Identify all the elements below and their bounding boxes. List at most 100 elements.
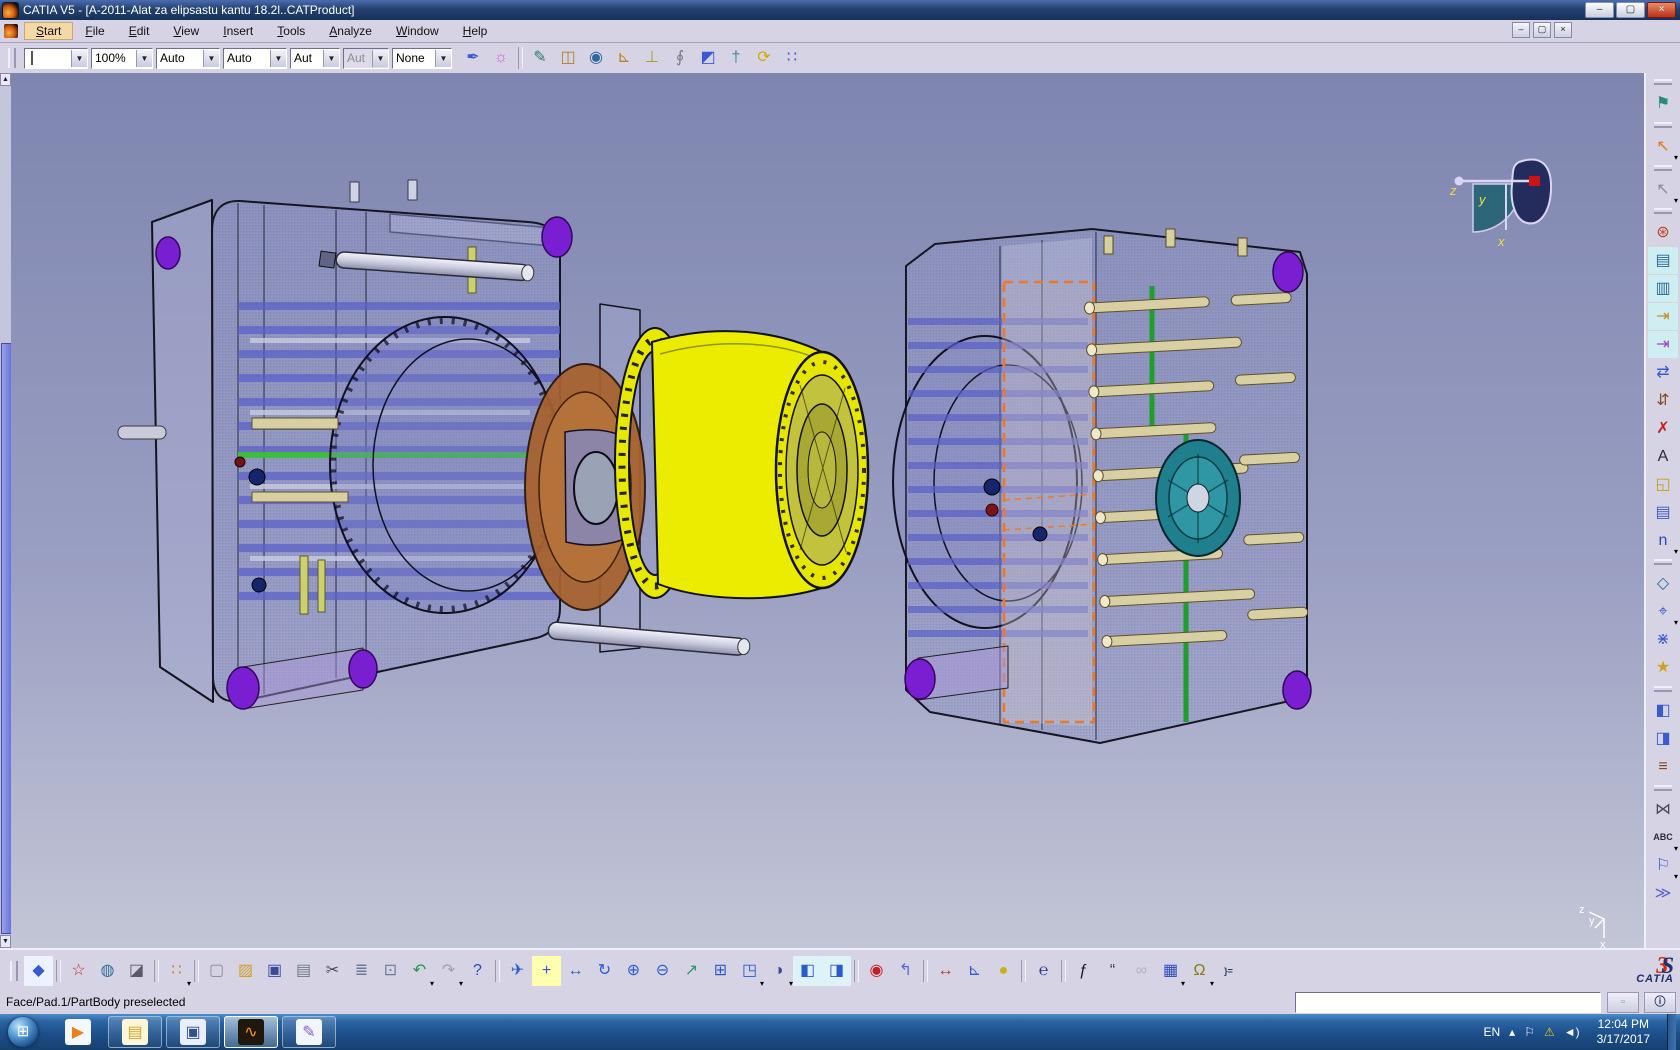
info-button[interactable]: ⓘ — [1644, 992, 1676, 1013]
toolbar-grip[interactable] — [1654, 208, 1672, 214]
measure-inertia-icon[interactable]: ● — [989, 956, 1018, 986]
menu-start[interactable]: Start — [24, 22, 73, 40]
new-part-icon[interactable]: ▥ — [1648, 275, 1678, 302]
diagnostics-icon[interactable]: ∷▾ — [162, 956, 191, 986]
instant-sketch-icon[interactable]: ↰ — [891, 956, 920, 986]
powercopy-icon[interactable]: ⚑ — [1648, 90, 1678, 117]
measure-angle-icon[interactable]: ⊾ — [610, 44, 638, 72]
tray-action-center-icon[interactable]: ⚐ — [1524, 1025, 1535, 1039]
line-weight-combo[interactable]: Auto▼ — [156, 48, 220, 69]
tray-volume-icon[interactable]: ◄) — [1564, 1025, 1580, 1039]
redo-icon[interactable]: ↷▾ — [434, 956, 463, 986]
copy-icon[interactable]: ≣ — [347, 956, 376, 986]
fit-all-in-icon[interactable]: + — [532, 956, 561, 986]
coincidence-constraint-icon[interactable]: ◧ — [1648, 697, 1678, 724]
document-restore-button[interactable]: ▢ — [1533, 22, 1551, 38]
scroll-down-arrow[interactable]: ▼ — [0, 935, 11, 948]
catalog-browser-icon[interactable]: ★ — [1648, 654, 1678, 681]
combo-arrow[interactable]: ▼ — [203, 50, 219, 67]
capture-icon[interactable]: ◪ — [122, 956, 151, 986]
design-table-icon[interactable]: ▦▾ — [1156, 956, 1185, 986]
multi-view-icon[interactable]: ⊞ — [706, 956, 735, 986]
graphic-color-combo[interactable]: ▼ — [24, 48, 88, 69]
update-assembly-icon[interactable]: ⊛ — [1648, 219, 1678, 246]
menu-insert[interactable]: Insert — [211, 22, 265, 40]
combo-arrow[interactable]: ▼ — [71, 50, 87, 67]
toolbar-grip[interactable] — [8, 48, 16, 68]
measure-between-icon[interactable]: ↔ — [931, 956, 960, 986]
existing-component-positioned-icon[interactable]: ⇥ — [1648, 331, 1678, 358]
menu-edit[interactable]: Edit — [117, 22, 162, 40]
taskbar-explorer-button[interactable]: ▤ — [108, 1016, 162, 1048]
layer-combo[interactable]: None▼ — [392, 48, 452, 69]
components-frame-icon[interactable]: ◱ — [1648, 471, 1678, 498]
combo-arrow[interactable]: ▼ — [435, 50, 451, 67]
show-desktop-button[interactable] — [1667, 1014, 1676, 1050]
combo-arrow[interactable]: ▼ — [323, 50, 339, 67]
undo-icon[interactable]: ↶▾ — [405, 956, 434, 986]
formula-icon[interactable]: ƒ — [1069, 956, 1098, 986]
manipulation-icon[interactable]: ◇ — [1648, 570, 1678, 597]
paste-icon[interactable]: ⊡ — [376, 956, 405, 986]
toolbar-grip[interactable] — [1654, 559, 1672, 565]
start-button[interactable]: ⊞ — [8, 1017, 38, 1047]
zoom-in-icon[interactable]: ⊕ — [619, 956, 648, 986]
toolbar-grip[interactable] — [1654, 122, 1672, 128]
combo-arrow[interactable]: ▼ — [270, 50, 286, 67]
zoom-out-icon[interactable]: ⊖ — [648, 956, 677, 986]
contact-constraint-icon[interactable]: ◨ — [1648, 725, 1678, 752]
render-style-combo[interactable]: Aut▼ — [343, 48, 389, 69]
painter-icon[interactable]: ✒ — [459, 44, 487, 72]
bom-icon[interactable]: ▤ — [1648, 499, 1678, 526]
link-icon[interactable]: ∞ — [1127, 956, 1156, 986]
dropdown-arrow[interactable]: ▾ — [1674, 196, 1678, 205]
swap-visible-space-icon[interactable]: ◨ — [822, 956, 851, 986]
power-input-field[interactable] — [1295, 992, 1601, 1013]
dropdown-arrow[interactable]: ▾ — [1674, 547, 1678, 556]
snap-icon[interactable]: ⌖▾ — [1648, 598, 1678, 625]
dropdown-arrow[interactable]: ▾ — [1674, 153, 1678, 162]
point-symbol-combo[interactable]: Aut▼ — [290, 48, 340, 69]
tray-language-label[interactable]: EN — [1484, 1025, 1501, 1039]
measure-item-icon[interactable]: ⊾ — [960, 956, 989, 986]
scroll-up-arrow[interactable]: ▲ — [0, 73, 11, 86]
maintenance-icon[interactable]: † — [722, 44, 750, 72]
comment-icon[interactable]: “ — [1098, 956, 1127, 986]
relations-icon[interactable]: }= — [1214, 956, 1243, 986]
zoom-level-combo[interactable]: 100%▼ — [91, 48, 153, 69]
maximize-button[interactable]: ▢ — [1616, 2, 1645, 18]
toolbar-grip[interactable] — [10, 961, 18, 981]
toolbar-grip[interactable] — [1654, 165, 1672, 171]
menu-window[interactable]: Window — [384, 22, 451, 40]
generate-numbering-icon[interactable]: n▾ — [1648, 527, 1678, 554]
render-tools-icon[interactable]: ◍ — [93, 956, 122, 986]
tray-clock[interactable]: 12:04 PM 3/17/2017 — [1589, 1017, 1658, 1047]
taskbar-media-player-button[interactable]: ▶ — [52, 1017, 104, 1047]
menu-analyze[interactable]: Analyze — [317, 22, 384, 40]
current-workbench-icon[interactable]: ◆ — [24, 956, 53, 986]
lock-icon[interactable]: Ω▾ — [1185, 956, 1214, 986]
wizard-icon[interactable]: ☼ — [487, 44, 515, 72]
menu-view[interactable]: View — [161, 22, 211, 40]
render-style-icon[interactable]: ◑▾ — [764, 956, 793, 986]
select-icon[interactable]: ↖▾ — [1648, 133, 1678, 160]
update-icon[interactable]: ⟳ — [750, 44, 778, 72]
taskbar-catia-button[interactable]: ∿ — [224, 1016, 278, 1048]
expand-power-input-button[interactable]: ▫ — [1607, 992, 1639, 1013]
knowledge-icon[interactable]: ◉ — [862, 956, 891, 986]
text-annotation-icon[interactable]: ABC▾ — [1648, 824, 1678, 851]
constraints-list-icon[interactable]: ≡ — [1648, 753, 1678, 780]
menu-help[interactable]: Help — [451, 22, 500, 40]
deactivate-node-icon[interactable]: ✗ — [1648, 415, 1678, 442]
document-minimize-button[interactable]: – — [1512, 22, 1530, 38]
toolbar-grip[interactable] — [1654, 79, 1672, 85]
fast-multi-instantiation-icon[interactable]: A — [1648, 443, 1678, 470]
context-help-icon[interactable]: ? — [463, 956, 492, 986]
catalog-points-icon[interactable]: ∷ — [778, 44, 806, 72]
toolbar-grip[interactable] — [1654, 785, 1672, 791]
fly-mode-icon[interactable]: ✈ — [503, 956, 532, 986]
print-icon[interactable]: ▤ — [289, 956, 318, 986]
taskbar-paint-button[interactable]: ✎ — [282, 1016, 336, 1048]
rotate-icon[interactable]: ↻ — [590, 956, 619, 986]
simulation-icon[interactable]: ◉ — [582, 44, 610, 72]
